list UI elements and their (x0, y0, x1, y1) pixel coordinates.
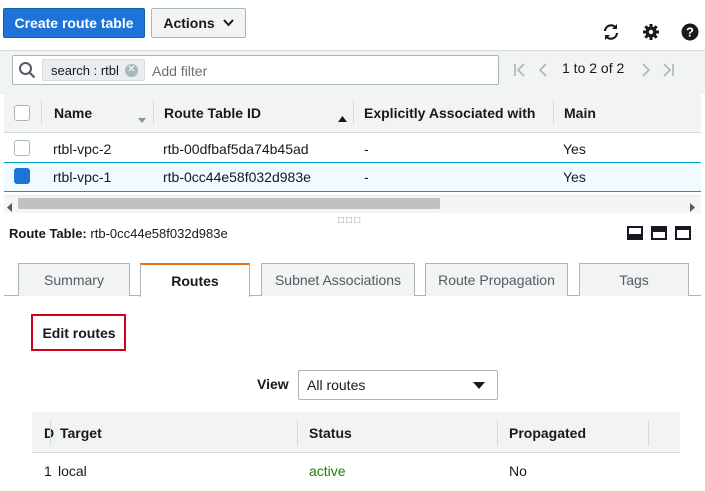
scrollbar-thumb[interactable] (18, 198, 440, 209)
row-associated: - (364, 141, 369, 157)
route-propagated: No (509, 463, 527, 479)
column-divider (353, 100, 354, 125)
layout-bottom-icon[interactable] (627, 226, 643, 240)
row-name: rtbl-vpc-1 (53, 169, 112, 185)
row-route-table-id: rtb-00dfbaf5da74b45ad (163, 141, 309, 157)
view-select[interactable]: All routes (298, 370, 498, 400)
actions-button[interactable]: Actions (151, 8, 246, 38)
last-page-icon[interactable] (661, 62, 675, 81)
tab-tags[interactable]: Tags (579, 263, 689, 296)
refresh-icon[interactable] (601, 22, 621, 42)
routes-column-status[interactable]: Status (309, 425, 352, 441)
route-target: local (58, 463, 87, 479)
row-checkbox[interactable] (14, 140, 30, 156)
column-header-main[interactable]: Main (564, 105, 596, 121)
edit-routes-button[interactable]: Edit routes (36, 318, 122, 347)
caret-down-icon (473, 382, 485, 389)
column-header-name[interactable]: Name (54, 105, 92, 121)
svg-text:?: ? (686, 25, 694, 40)
next-page-icon[interactable] (640, 62, 652, 81)
route-destination: 1 (44, 463, 52, 479)
row-route-table-id: rtb-0cc44e58f032d983e (163, 169, 311, 185)
row-main: Yes (563, 169, 586, 185)
tab-subnet-associations-label: Subnet Associations (274, 272, 402, 288)
column-divider (648, 420, 649, 446)
detail-title-value: rtb-0cc44e58f032d983e (90, 226, 228, 241)
routes-column-target[interactable]: Target (60, 425, 102, 441)
layout-split-icon[interactable] (651, 226, 667, 240)
tab-routes[interactable]: Routes (140, 263, 250, 297)
row-associated: - (364, 169, 369, 185)
tab-route-propagation[interactable]: Route Propagation (425, 263, 568, 296)
row-main: Yes (563, 141, 586, 157)
routes-column-propagated[interactable]: Propagated (509, 425, 586, 441)
column-divider (497, 420, 498, 446)
filter-token-label: search : rtbl (51, 62, 119, 78)
select-all-checkbox[interactable] (14, 105, 30, 121)
column-divider (297, 420, 298, 446)
first-page-icon[interactable] (513, 62, 527, 81)
row-checkbox-checked[interactable] (14, 168, 30, 184)
tab-tags-label: Tags (619, 272, 649, 288)
actions-label: Actions (163, 15, 215, 31)
row-name: rtbl-vpc-2 (53, 141, 112, 157)
layout-top-icon[interactable] (675, 226, 691, 240)
search-icon (18, 61, 36, 82)
sort-caret-down-icon[interactable] (138, 110, 146, 126)
column-header-route-table-id[interactable]: Route Table ID (164, 105, 261, 121)
column-divider (41, 100, 42, 125)
splitter-handle[interactable]: □□□ (338, 215, 362, 226)
tab-summary-label: Summary (44, 272, 104, 288)
previous-page-icon[interactable] (537, 62, 549, 81)
filter-token[interactable]: search : rtbl ✕ (42, 59, 145, 81)
chevron-down-icon (222, 19, 234, 27)
create-route-table-button[interactable]: Create route table (3, 8, 145, 38)
scroll-left-arrow-icon[interactable] (7, 199, 13, 215)
tab-summary[interactable]: Summary (18, 263, 130, 296)
detail-title: Route Table: rtb-0cc44e58f032d983e (9, 226, 228, 241)
create-route-table-label: Create route table (14, 15, 134, 31)
pagination-range: 1 to 2 of 2 (562, 60, 625, 76)
tab-routes-label: Routes (171, 273, 219, 289)
route-status: active (309, 463, 346, 479)
column-divider (50, 420, 51, 446)
detail-title-label: Route Table: (9, 226, 87, 241)
gear-icon[interactable] (641, 22, 661, 42)
column-divider (153, 100, 154, 125)
help-icon[interactable]: ? (680, 22, 700, 42)
tab-subnet-associations[interactable]: Subnet Associations (261, 263, 415, 296)
tab-route-propagation-label: Route Propagation (438, 272, 555, 288)
edit-routes-label: Edit routes (42, 324, 116, 341)
scroll-right-arrow-icon[interactable] (689, 199, 695, 215)
add-filter-placeholder[interactable]: Add filter (152, 63, 207, 79)
column-divider (553, 100, 554, 125)
view-label: View (257, 376, 289, 392)
column-header-explicitly-associated[interactable]: Explicitly Associated with (364, 105, 535, 121)
sort-caret-up-icon[interactable] (338, 109, 347, 125)
view-select-value: All routes (307, 377, 366, 393)
remove-token-icon[interactable]: ✕ (124, 63, 138, 77)
